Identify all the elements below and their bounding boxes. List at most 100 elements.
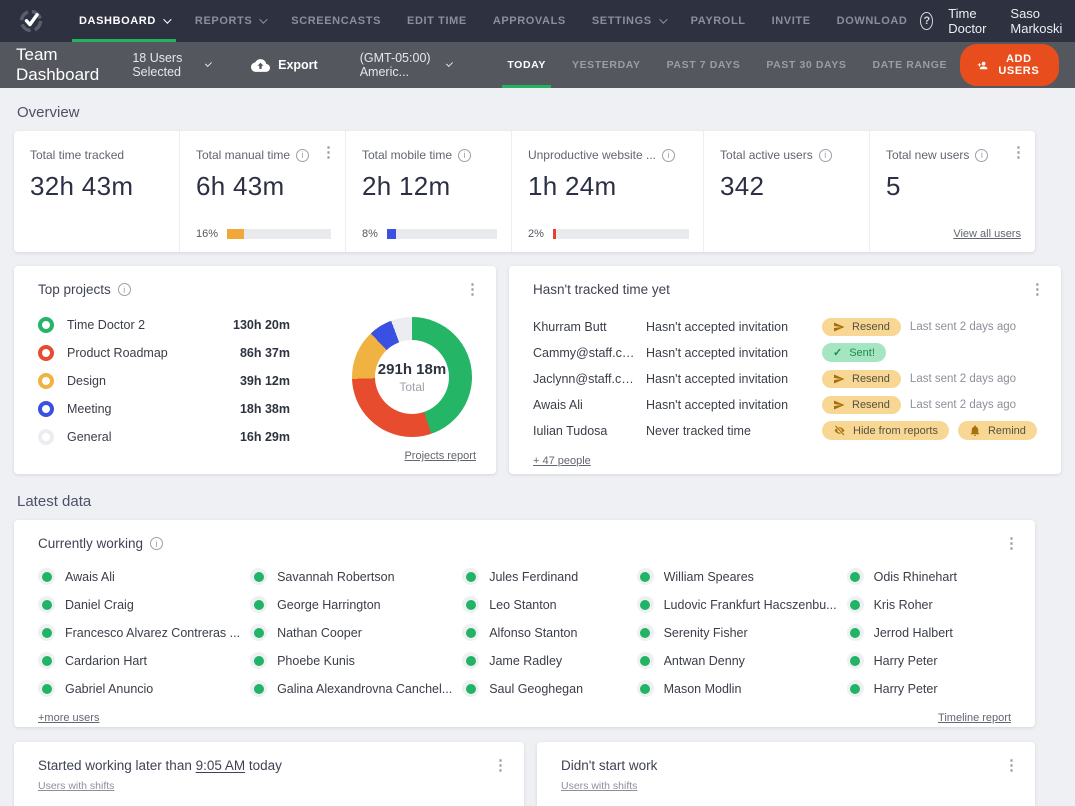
remind-button[interactable]: Remind (958, 421, 1037, 440)
working-user-item[interactable]: Mason Modlin (637, 680, 837, 697)
project-name: Meeting (67, 402, 111, 416)
user-name[interactable]: Saso Markoski (1010, 6, 1067, 36)
kebab-menu-icon[interactable]: ⋮ (321, 145, 336, 160)
date-tab-today[interactable]: TODAY (494, 42, 559, 88)
working-user-item[interactable]: Serenity Fisher (637, 624, 837, 641)
date-tab-past-7-days[interactable]: PAST 7 DAYS (654, 42, 754, 88)
view-all-users-link[interactable]: View all users (953, 228, 1021, 240)
online-status-dot-icon (847, 680, 864, 697)
working-user-item[interactable]: Phoebe Kunis (250, 652, 452, 669)
kebab-menu-icon[interactable]: ⋮ (1030, 282, 1045, 297)
working-user-item[interactable]: Harry Peter (847, 652, 1011, 669)
project-color-ring-icon (38, 401, 54, 417)
kebab-menu-icon[interactable]: ⋮ (465, 282, 480, 297)
didnt-start-card: Didn't start work ⋮ Users with shifts (537, 742, 1035, 806)
info-icon[interactable]: i (150, 537, 163, 550)
stat-value: 342 (720, 171, 855, 202)
timezone-dropdown[interactable]: (GMT-05:00) Americ... (360, 42, 451, 88)
resend-button[interactable]: Resend (822, 370, 901, 388)
working-user-item[interactable]: Jame Radley (462, 652, 626, 669)
working-user-name: Alfonso Stanton (489, 626, 577, 640)
info-icon[interactable]: i (819, 149, 832, 162)
resend-button[interactable]: Resend (822, 396, 901, 414)
working-users-grid: Awais Ali Daniel Craig Francesco Alvarez… (38, 568, 1011, 697)
online-status-dot-icon (38, 624, 55, 641)
invite-row: Jaclynn@staff.com Hasn't accepted invita… (533, 369, 1037, 388)
add-users-button[interactable]: ADD USERS (960, 44, 1059, 86)
pill-label: Hide from reports (853, 425, 938, 437)
eye-off-icon (833, 424, 846, 437)
invite-actions: ✓ Sent! (822, 343, 1037, 362)
last-sent-note: Last sent 2 days ago (910, 321, 1016, 333)
project-hours: 18h 38m (240, 402, 290, 416)
resend-button[interactable]: Resend (822, 318, 901, 336)
info-icon[interactable]: i (662, 149, 675, 162)
online-status-dot-icon (38, 568, 55, 585)
info-icon[interactable]: i (458, 149, 471, 162)
info-icon[interactable]: i (296, 149, 309, 162)
kebab-menu-icon[interactable]: ⋮ (493, 758, 508, 773)
working-users-column: William Speares Ludovic Frankfurt Hacsze… (637, 568, 837, 697)
working-user-item[interactable]: Ludovic Frankfurt Hacszenbu... (637, 596, 837, 613)
invite-status: Hasn't accepted invitation (646, 320, 822, 334)
send-icon (833, 321, 845, 333)
users-with-shifts-link[interactable]: Users with shifts (561, 780, 637, 792)
working-user-item[interactable]: Cardarion Hart (38, 652, 240, 669)
working-user-item[interactable]: Leo Stanton (462, 596, 626, 613)
working-user-item[interactable]: Jules Ferdinand (462, 568, 626, 585)
nav-item-screencasts[interactable]: SCREENCASTS (278, 0, 394, 42)
projects-report-link[interactable]: Projects report (404, 450, 476, 462)
working-user-item[interactable]: Harry Peter (847, 680, 1011, 697)
nav-item-settings[interactable]: SETTINGS (579, 0, 678, 42)
stat-value: 5 (886, 171, 1021, 202)
projects-legend: Time Doctor 2 130h 20m Product Roadmap 8… (38, 317, 290, 445)
working-user-item[interactable]: George Harrington (250, 596, 452, 613)
timeline-report-link[interactable]: Timeline report (938, 712, 1011, 724)
info-icon[interactable]: i (975, 149, 988, 162)
working-user-item[interactable]: Nathan Cooper (250, 624, 452, 641)
date-tab-yesterday[interactable]: YESTERDAY (559, 42, 654, 88)
nav-item-reports[interactable]: REPORTS (182, 0, 278, 42)
working-user-item[interactable]: Jerrod Halbert (847, 624, 1011, 641)
working-user-item[interactable]: Francesco Alvarez Contreras ... (38, 624, 240, 641)
working-user-item[interactable]: Savannah Robertson (250, 568, 452, 585)
nav-item-dashboard[interactable]: DASHBOARD (66, 0, 182, 42)
working-user-item[interactable]: Gabriel Anuncio (38, 680, 240, 697)
nav-item-edit-time[interactable]: EDIT TIME (394, 0, 480, 42)
working-user-item[interactable]: Awais Ali (38, 568, 240, 585)
working-user-item[interactable]: Saul Geoghegan (462, 680, 626, 697)
export-button[interactable]: Export (251, 42, 318, 88)
working-user-item[interactable]: Galina Alexandrovna Canchel... (250, 680, 452, 697)
hide-button[interactable]: Hide from reports (822, 421, 949, 440)
working-user-item[interactable]: William Speares (637, 568, 837, 585)
stat-label: Unproductive website ... (528, 148, 656, 162)
invite-status: Hasn't accepted invitation (646, 372, 822, 386)
date-tab-date-range[interactable]: DATE RANGE (859, 42, 960, 88)
more-users-link[interactable]: +more users (38, 712, 99, 724)
help-icon[interactable]: ? (920, 12, 933, 30)
working-user-item[interactable]: Daniel Craig (38, 596, 240, 613)
kebab-menu-icon[interactable]: ⋮ (1004, 758, 1019, 773)
top-projects-card: Top projects i ⋮ Time Doctor 2 130h 20m … (14, 266, 496, 474)
stat-label: Total time tracked (30, 148, 124, 162)
info-icon[interactable]: i (118, 283, 131, 296)
stat-progress: 16% (196, 228, 331, 240)
nav-item-approvals[interactable]: APPROVALS (480, 0, 579, 42)
sent-button[interactable]: ✓ Sent! (822, 343, 886, 362)
nav-item-invite[interactable]: INVITE (759, 0, 824, 42)
working-user-item[interactable]: Odis Rhinehart (847, 568, 1011, 585)
working-user-name: Odis Rhinehart (874, 570, 957, 584)
more-people-link[interactable]: + 47 people (533, 455, 591, 467)
invite-status: Hasn't accepted invitation (646, 398, 822, 412)
nav-item-download[interactable]: DOWNLOAD (824, 0, 921, 42)
kebab-menu-icon[interactable]: ⋮ (1011, 145, 1026, 160)
kebab-menu-icon[interactable]: ⋮ (1004, 536, 1019, 551)
shift-time-link[interactable]: 9:05 AM (196, 758, 246, 773)
working-user-item[interactable]: Antwan Denny (637, 652, 837, 669)
nav-item-payroll[interactable]: PAYROLL (678, 0, 759, 42)
users-selected-dropdown[interactable]: 18 Users Selected (132, 42, 209, 88)
working-user-item[interactable]: Alfonso Stanton (462, 624, 626, 641)
users-with-shifts-link[interactable]: Users with shifts (38, 780, 114, 792)
working-user-item[interactable]: Kris Roher (847, 596, 1011, 613)
date-tab-past-30-days[interactable]: PAST 30 DAYS (753, 42, 859, 88)
